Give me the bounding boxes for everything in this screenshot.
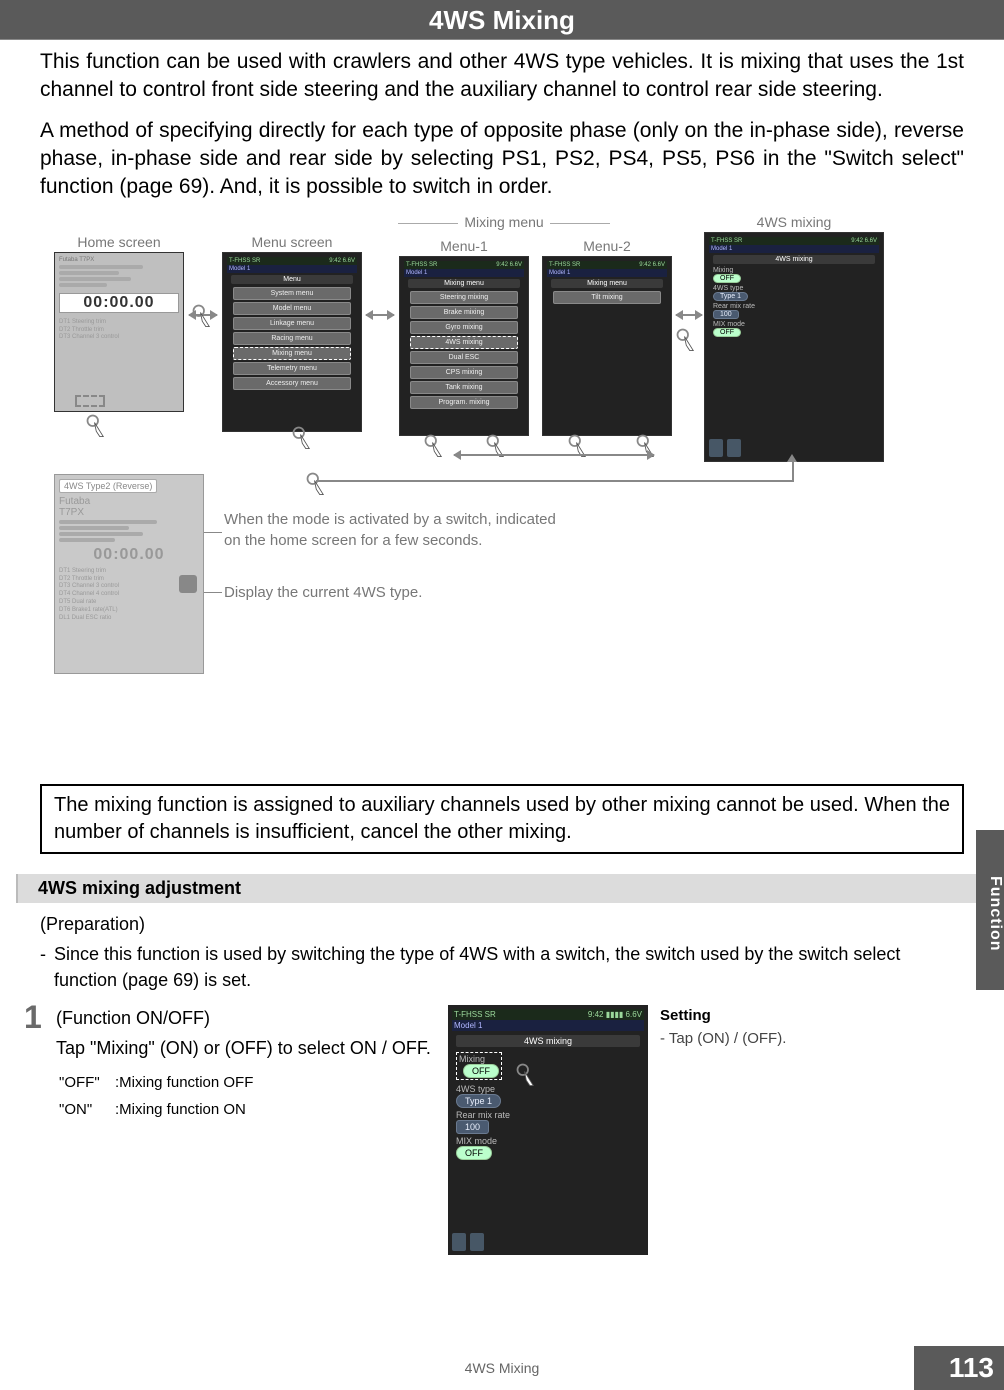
- menu-item-racing[interactable]: Racing menu: [233, 332, 351, 345]
- wheels-icon: [709, 439, 723, 457]
- setting-heading: Setting: [660, 1007, 711, 1024]
- mix-item-cps[interactable]: CPS mixing: [410, 366, 518, 379]
- menu-item-linkage[interactable]: Linkage menu: [233, 317, 351, 330]
- mix-item-gyro[interactable]: Gyro mixing: [410, 321, 518, 334]
- intro-paragraph-2: A method of specifying directly for each…: [40, 117, 964, 202]
- mix-item-tilt[interactable]: Tilt mixing: [553, 291, 661, 304]
- menu-item-mixing[interactable]: Mixing menu: [233, 347, 351, 360]
- page-number: 113: [949, 1352, 994, 1384]
- intro-block: This function can be used with crawlers …: [0, 48, 1004, 202]
- home-screen-label: Home screen: [54, 234, 184, 250]
- menu-item-accessory[interactable]: Accessory menu: [233, 377, 351, 390]
- rear-mix-rate-value[interactable]: 100: [713, 310, 739, 319]
- note-box: The mixing function is assigned to auxil…: [40, 784, 964, 854]
- preparation-text: Since this function is used by switching…: [54, 941, 964, 993]
- mixing-toggle[interactable]: OFF: [713, 274, 741, 283]
- 4ws-type-value[interactable]: Type 1: [456, 1094, 501, 1108]
- wheels-icon: [727, 439, 741, 457]
- mix-item-program[interactable]: Program. mixing: [410, 396, 518, 409]
- mix-item-brake[interactable]: Brake mixing: [410, 306, 518, 319]
- 4ws-type-popup: 4WS Type2 (Reverse): [59, 479, 157, 493]
- step-title: (Function ON/OFF): [56, 1005, 436, 1031]
- wheels-icon: [470, 1233, 484, 1251]
- tap-pointer-icon: [304, 470, 332, 498]
- on-off-legend: "OFF":Mixing function OFF "ON":Mixing fu…: [56, 1069, 256, 1124]
- preparation-label: (Preparation): [40, 911, 964, 937]
- mixing-toggle[interactable]: OFF: [463, 1064, 499, 1078]
- footer-title: 4WS Mixing: [0, 1360, 1004, 1376]
- tap-pointer-icon: [514, 1061, 542, 1089]
- home-indicator-thumb: 4WS Type2 (Reverse) FutabaT7PX 00:00.00 …: [54, 474, 204, 674]
- rear-mix-rate-value[interactable]: 100: [456, 1120, 489, 1134]
- menu-item-model[interactable]: Model menu: [233, 302, 351, 315]
- step-4ws-screen: T-FHSS SR9:42 ▮▮▮▮ 6.6V Model 1 4WS mixi…: [448, 1005, 648, 1255]
- mixing-menu-group-label: Mixing menu: [354, 214, 654, 230]
- menu1-label: Menu-1: [399, 238, 529, 254]
- tap-pointer-icon: [84, 412, 112, 440]
- home-clock: 00:00.00: [59, 293, 179, 313]
- indicator-caption: When the mode is activated by a switch, …: [224, 509, 904, 551]
- mix-mode-toggle[interactable]: OFF: [456, 1146, 492, 1160]
- tap-pointer-icon: [674, 326, 702, 354]
- page-title: 4WS Mixing: [0, 0, 1004, 40]
- tap-pointer-icon: [190, 302, 218, 330]
- mix-item-4ws[interactable]: 4WS mixing: [410, 336, 518, 349]
- mix-mode-toggle[interactable]: OFF: [713, 328, 741, 337]
- side-tab-function: Function: [976, 830, 1004, 990]
- step-number: 1: [24, 999, 42, 1036]
- menu-screen-label: Menu screen: [222, 234, 362, 250]
- wheels-icon: [452, 1233, 466, 1251]
- navigation-diagram: Mixing menu Home screen Futaba T7PX 00:0…: [54, 214, 984, 774]
- tap-pointer-icon: [422, 432, 450, 460]
- setting-instruction: - Tap (ON) / (OFF).: [660, 1030, 786, 1047]
- mix-item-dualesc[interactable]: Dual ESC: [410, 351, 518, 364]
- mix-item-tank[interactable]: Tank mixing: [410, 381, 518, 394]
- tap-pointer-icon: [290, 424, 318, 452]
- section-header-adjustment: 4WS mixing adjustment: [16, 874, 976, 903]
- menu-item-telemetry[interactable]: Telemetry menu: [233, 362, 351, 375]
- mix-item-steering[interactable]: Steering mixing: [410, 291, 518, 304]
- intro-paragraph-1: This function can be used with crawlers …: [40, 48, 964, 105]
- 4ws-mixing-label: 4WS mixing: [704, 214, 884, 230]
- step-body: Tap "Mixing" (ON) or (OFF) to select ON …: [56, 1035, 436, 1061]
- switch-icon: [179, 575, 197, 593]
- preparation-block: (Preparation) - Since this function is u…: [0, 911, 1004, 993]
- menu-item-system[interactable]: System menu: [233, 287, 351, 300]
- menu2-label: Menu-2: [542, 238, 672, 254]
- 4ws-type-value[interactable]: Type 1: [713, 292, 748, 301]
- indicator-sub-caption: Display the current 4WS type.: [224, 584, 422, 601]
